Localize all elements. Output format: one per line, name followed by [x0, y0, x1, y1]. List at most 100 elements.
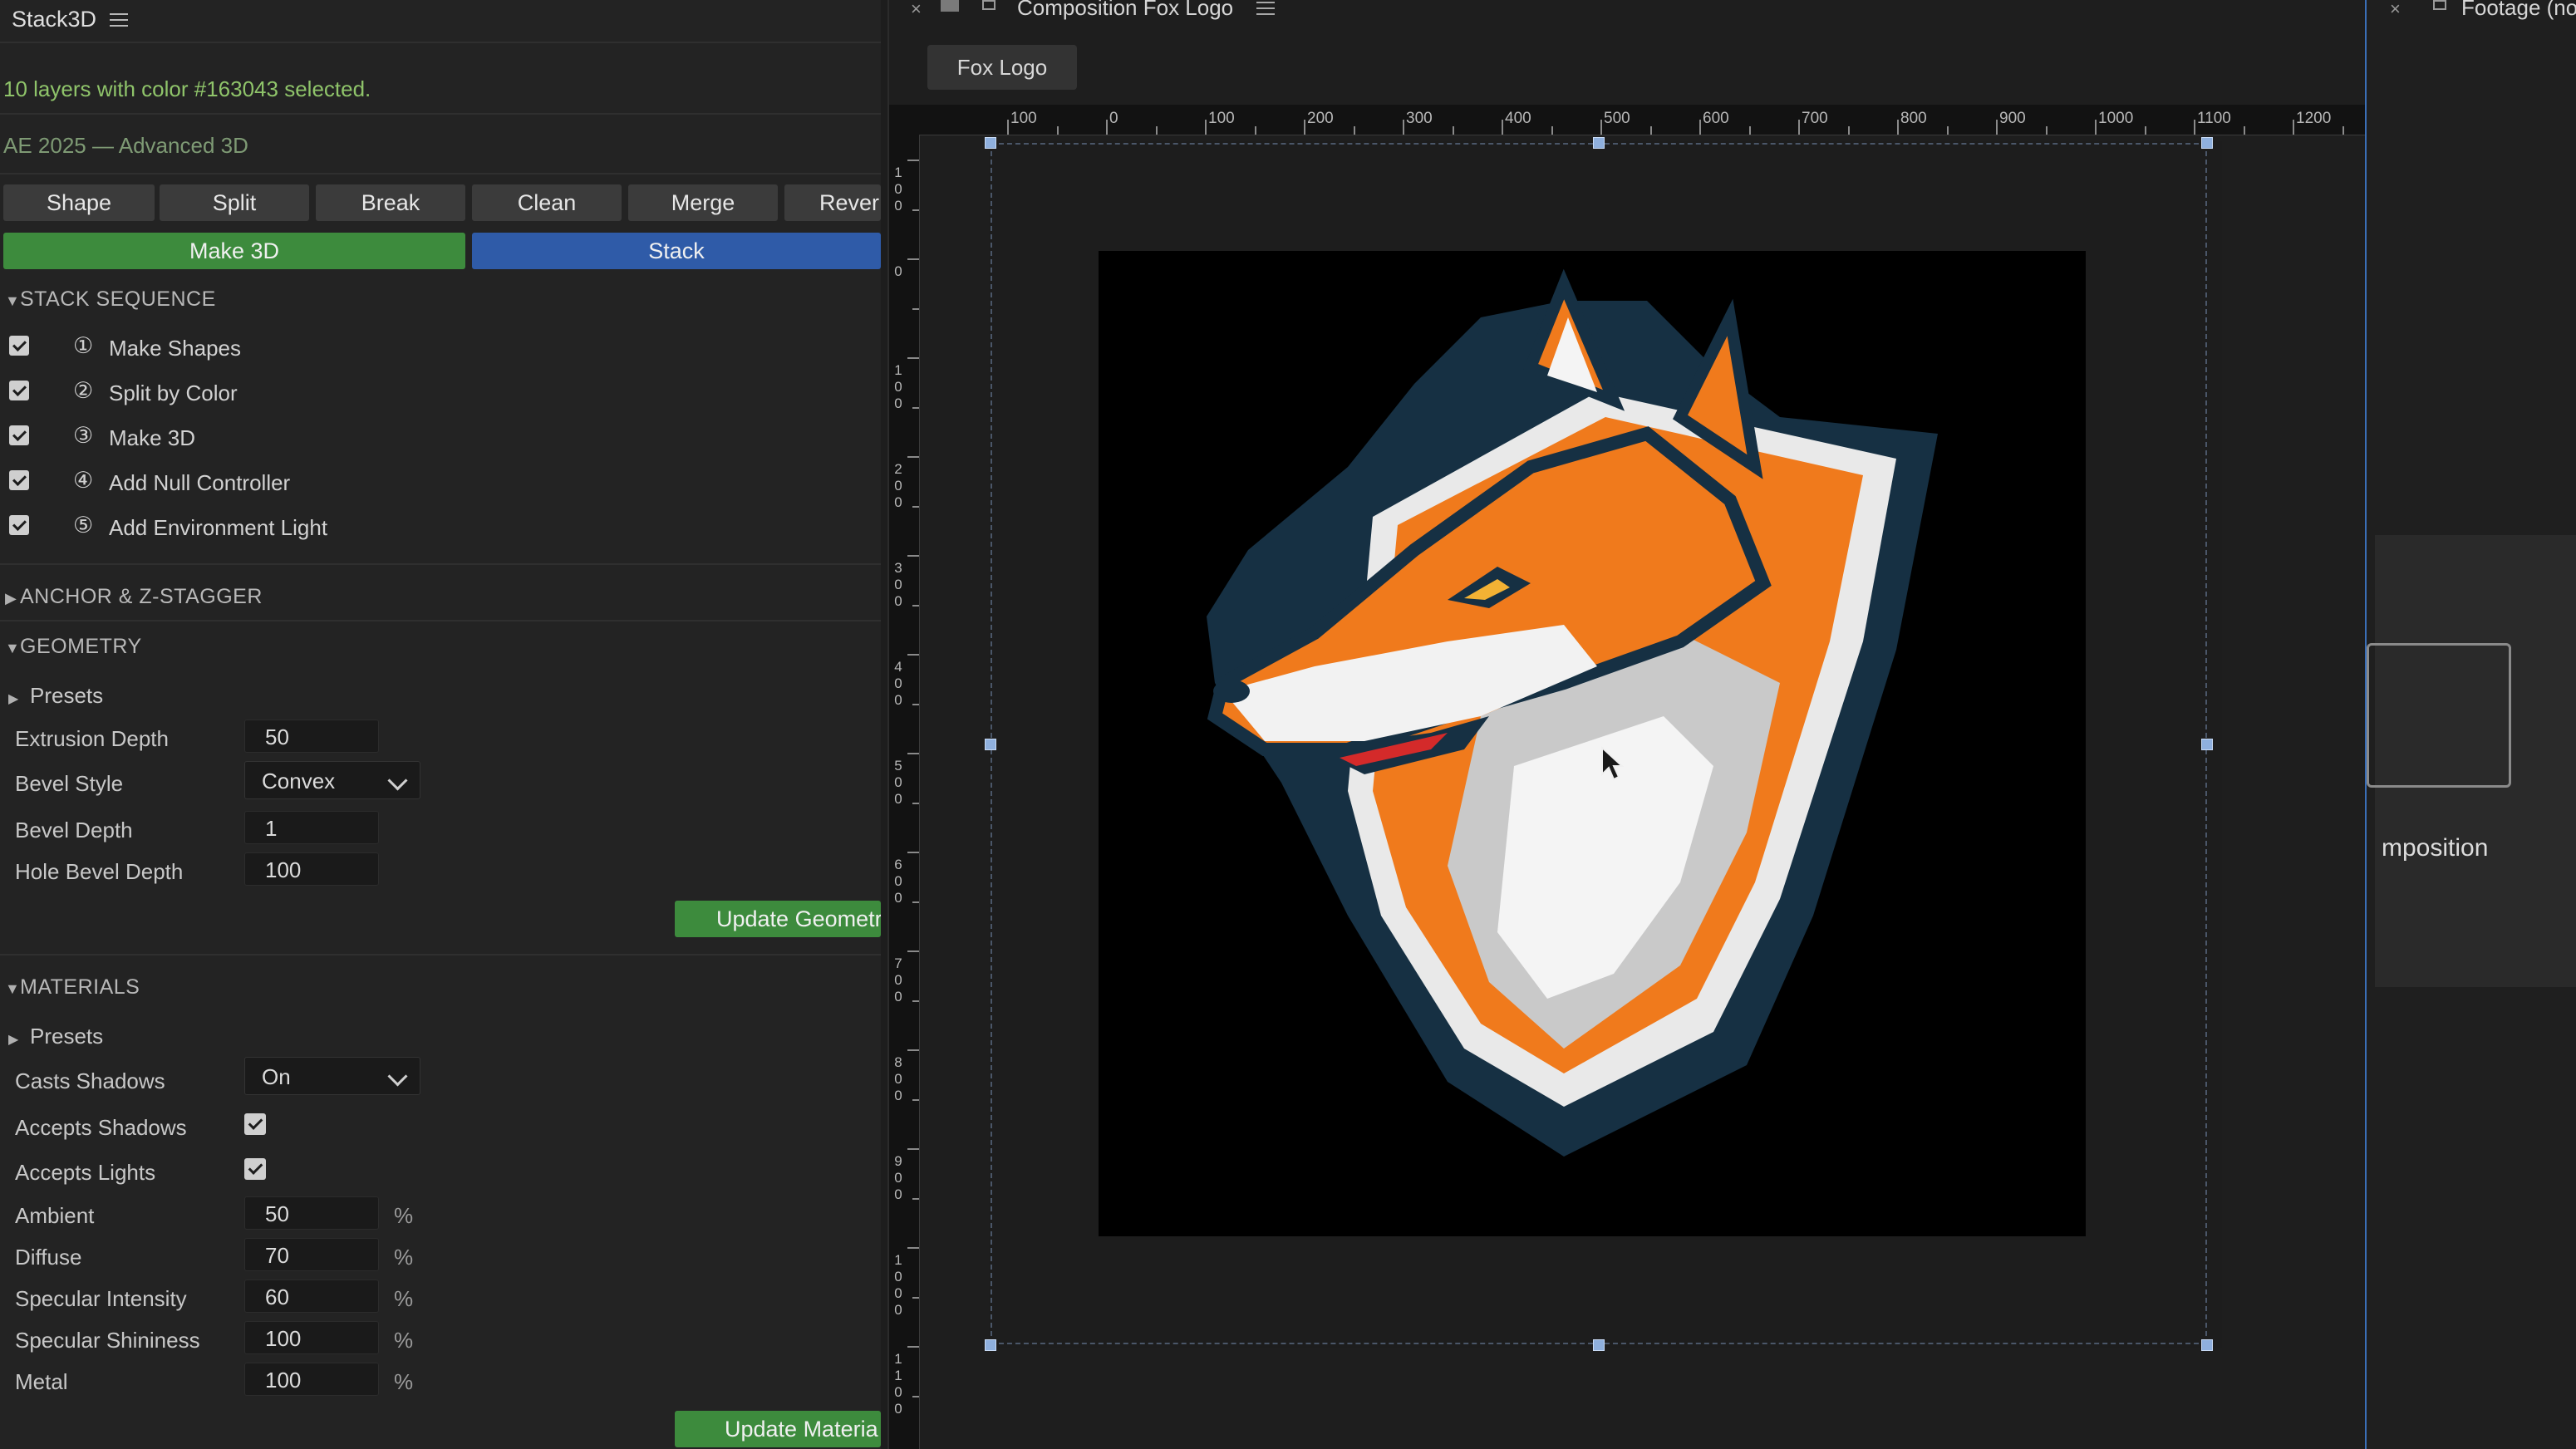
close-icon[interactable]: × [2390, 0, 2401, 20]
specular-shininess-input[interactable]: 100 [244, 1321, 379, 1354]
transform-handle[interactable] [2201, 1339, 2213, 1351]
sequence-checkbox[interactable] [9, 381, 29, 400]
ruler-label: 1000 [894, 1252, 902, 1318]
materials-presets[interactable]: ▶ Presets [8, 1024, 103, 1049]
accepts-lights-checkbox[interactable] [244, 1158, 266, 1180]
vertical-ruler[interactable]: 100010020030040050060070080090010001100 [889, 135, 920, 1449]
chevron-down-icon [378, 1058, 420, 1096]
hole-bevel-depth-label: Hole Bevel Depth [15, 859, 184, 884]
ruler-label: 300 [894, 560, 902, 609]
ruler-label: 800 [1900, 110, 1927, 127]
ruler-tick [907, 1049, 919, 1051]
stack-sequence-header[interactable]: ▼STACK SEQUENCE [5, 287, 216, 312]
anchor-z-stagger-header[interactable]: ▶ ANCHOR & Z-STAGGER [5, 585, 263, 609]
hamburger-menu-icon[interactable] [1256, 2, 1275, 19]
specular-intensity-input[interactable]: 60 [244, 1280, 379, 1313]
metal-input[interactable]: 100 [244, 1363, 379, 1396]
ruler-label: 500 [1604, 110, 1630, 127]
ruler-label: 100 [894, 165, 902, 214]
diffuse-input[interactable]: 70 [244, 1238, 379, 1271]
make-3d-button[interactable]: Make 3D [3, 233, 465, 269]
geometry-header[interactable]: ▼GEOMETRY [5, 635, 142, 659]
fox-logo-image [1207, 268, 1938, 1157]
step-number: ② [73, 378, 94, 403]
step-number: ① [73, 333, 94, 358]
new-composition-label: mposition [2382, 834, 2489, 862]
reverse-button[interactable]: Rever [784, 184, 881, 221]
expand-triangle-icon: ▶ [5, 590, 17, 607]
ruler-tick [907, 160, 919, 161]
percent-unit: % [394, 1369, 414, 1394]
ruler-label: 700 [894, 955, 902, 1004]
ruler-tick [907, 950, 919, 952]
extrusion-depth-input[interactable]: 50 [244, 720, 379, 753]
ruler-label: 200 [894, 461, 902, 510]
sequence-checkbox[interactable] [9, 425, 29, 445]
footage-tab-title[interactable]: Footage (no [2461, 0, 2576, 21]
ruler-tick [907, 753, 919, 754]
accepts-shadows-checkbox[interactable] [244, 1113, 266, 1135]
transform-handle[interactable] [985, 137, 996, 149]
split-button[interactable]: Split [160, 184, 309, 221]
ruler-label: 0 [1109, 110, 1118, 127]
hole-bevel-depth-input[interactable]: 100 [244, 852, 379, 886]
percent-unit: % [394, 1203, 414, 1228]
step-label: Make 3D [109, 425, 196, 450]
ruler-tick [1255, 126, 1256, 135]
ruler-tick [1453, 126, 1454, 135]
specular-shininess-label: Specular Shininess [15, 1328, 200, 1353]
update-materials-button[interactable]: Update Materia [675, 1411, 881, 1447]
ruler-tick [1057, 126, 1059, 135]
composition-tab[interactable]: × Composition Fox Logo [889, 0, 2365, 20]
transform-handle[interactable] [985, 1339, 996, 1351]
close-icon[interactable]: × [911, 0, 922, 20]
ruler-tick [2244, 126, 2245, 135]
bevel-depth-input[interactable]: 1 [244, 811, 379, 844]
materials-header[interactable]: ▼MATERIALS [5, 975, 140, 1000]
ruler-tick [1304, 120, 1305, 135]
expand-triangle-icon: ▶ [8, 692, 19, 706]
ambient-input[interactable]: 50 [244, 1196, 379, 1230]
transform-handle[interactable] [1593, 1339, 1605, 1351]
geometry-presets[interactable]: ▶ Presets [8, 683, 103, 709]
shape-button[interactable]: Shape [3, 184, 155, 221]
composition-tab-title: Composition Fox Logo [1017, 0, 1234, 20]
percent-unit: % [394, 1328, 414, 1353]
transform-handle[interactable] [2201, 137, 2213, 149]
stack-button[interactable]: Stack [472, 233, 881, 269]
bevel-style-select[interactable]: Convex [244, 761, 420, 799]
ruler-tick [912, 605, 919, 607]
lock-icon[interactable] [2433, 0, 2446, 10]
step-label: Split by Color [109, 381, 238, 405]
fox-logo-artboard[interactable] [1099, 251, 2086, 1236]
ruler-tick [2095, 120, 2097, 135]
transform-handle[interactable] [1593, 137, 1605, 149]
break-button[interactable]: Break [316, 184, 465, 221]
transform-handle[interactable] [985, 739, 996, 750]
divider [0, 173, 881, 174]
ruler-tick [1749, 126, 1751, 135]
composition-icon [941, 0, 959, 12]
sequence-checkbox[interactable] [9, 336, 29, 356]
ruler-tick [1600, 120, 1602, 135]
new-composition-card[interactable]: mposition [2367, 535, 2576, 987]
ruler-label: 600 [1703, 110, 1729, 127]
chevron-down-icon [378, 762, 420, 800]
sequence-checkbox[interactable] [9, 470, 29, 490]
ruler-tick [2293, 120, 2294, 135]
lock-icon[interactable] [982, 0, 995, 10]
step-label: Add Environment Light [109, 515, 328, 540]
sequence-checkbox[interactable] [9, 515, 29, 535]
ambient-label: Ambient [15, 1203, 95, 1228]
ruler-tick [907, 258, 919, 260]
composition-name-chip[interactable]: Fox Logo [927, 45, 1077, 90]
transform-handle[interactable] [2201, 739, 2213, 750]
hamburger-menu-icon[interactable] [110, 13, 128, 27]
horizontal-ruler[interactable]: 100 0 100 200 300 400 500 600 700 800 900 1000 1100 1… [889, 105, 2365, 135]
update-geometry-button[interactable]: Update Geometr [675, 901, 881, 937]
clean-button[interactable]: Clean [472, 184, 622, 221]
divider [0, 113, 881, 115]
divider [0, 620, 881, 621]
merge-button[interactable]: Merge [628, 184, 778, 221]
casts-shadows-select[interactable]: On [244, 1057, 420, 1095]
